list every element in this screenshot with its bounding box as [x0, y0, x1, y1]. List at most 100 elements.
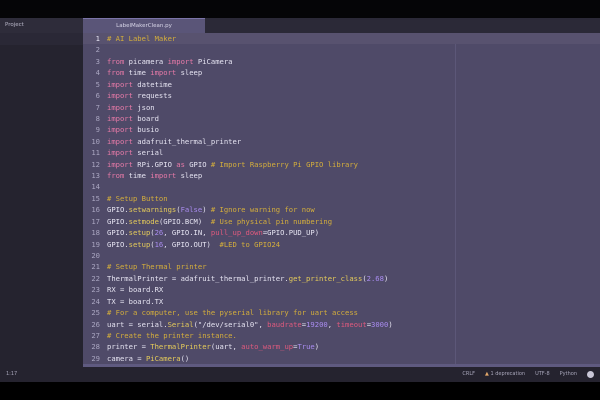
code-token: ): [202, 205, 211, 215]
code-line[interactable]: 15 # Setup Button: [83, 193, 600, 204]
code-line[interactable]: 21 # Setup Thermal printer: [83, 261, 600, 272]
code-text: from time import sleep: [107, 67, 202, 78]
line-number: 9: [95, 125, 100, 135]
line-number: 7: [95, 102, 100, 112]
warning-icon: ▲: [485, 371, 489, 377]
line-number: 23: [91, 285, 100, 295]
line-number: 19: [91, 239, 100, 249]
code-line[interactable]: 2: [83, 44, 600, 55]
code-line[interactable]: 4 from time import sleep: [83, 67, 600, 78]
code-token: , GPIO.IN,: [163, 228, 211, 238]
line-number: 11: [91, 148, 100, 158]
warning-label: 1 deprecation: [490, 371, 526, 377]
code-text: import json: [107, 102, 155, 113]
code-line[interactable]: 27 # Create the printer instance.: [83, 330, 600, 341]
encoding[interactable]: UTF-8: [535, 367, 550, 382]
code-token: import: [107, 148, 133, 158]
code-token: sleep: [176, 68, 203, 78]
code-token: PiCamera: [145, 353, 181, 363]
code-line[interactable]: 19 GPIO.setup(16, GPIO.OUT) #LED to GPIO2…: [83, 239, 600, 250]
code-lines[interactable]: 1 # AI Label Maker 2 3 from picamera import …: [83, 33, 600, 364]
code-line[interactable]: 23 RX = board.RX: [83, 284, 600, 295]
deprecation-warning[interactable]: ▲ 1 deprecation: [485, 367, 525, 382]
grammar[interactable]: Python: [560, 367, 577, 382]
code-token: setup: [128, 228, 151, 238]
code-editor[interactable]: 1 # AI Label Maker 2 3 from picamera import …: [83, 33, 600, 367]
code-token: sleep: [176, 171, 203, 181]
line-number: 15: [91, 193, 100, 203]
code-token: serial: [132, 148, 164, 158]
project-panel: Project: [0, 18, 83, 367]
line-ending[interactable]: CRLF: [462, 367, 475, 382]
line-number: 18: [91, 228, 100, 238]
code-line[interactable]: 25 # For a computer, use the pyserial lib…: [83, 307, 600, 318]
code-line[interactable]: 24 TX = board.TX: [83, 296, 600, 307]
line-number: 6: [95, 91, 100, 101]
tab-labelmakerclean[interactable]: LabelMakerClean.py: [83, 18, 205, 33]
code-line[interactable]: 16 GPIO.setwarnings(False) # Ignore warni…: [83, 204, 600, 215]
code-token: uart = serial.: [107, 319, 168, 329]
code-line[interactable]: 20: [83, 250, 600, 261]
code-text: # Setup Button: [107, 193, 168, 204]
title-bar: [0, 0, 600, 18]
code-token: GPIO.: [107, 239, 129, 249]
code-token: 16: [154, 239, 164, 249]
github-icon[interactable]: [587, 371, 594, 378]
project-tree[interactable]: [0, 33, 83, 45]
code-text: # Create the printer instance.: [107, 330, 237, 341]
code-line[interactable]: 26 uart = serial.Serial("/dev/serial0", b…: [83, 319, 600, 330]
code-text: import busio: [107, 124, 159, 135]
code-line[interactable]: 7 import json: [83, 102, 600, 113]
code-text: TX = board.TX: [107, 296, 163, 307]
code-token: auto_warm_up: [241, 342, 294, 352]
code-line[interactable]: 22 ThermalPrinter = adafruit_thermal_prin…: [83, 273, 600, 284]
line-number: 4: [95, 68, 100, 78]
code-token: # Setup Thermal printer: [107, 262, 207, 272]
code-token: datetime: [132, 79, 172, 89]
code-token: import: [107, 91, 133, 101]
code-token: (GPIO.BCM): [158, 216, 211, 226]
line-number: 24: [91, 296, 100, 306]
code-token: import: [107, 79, 133, 89]
code-token: TX = board.TX: [107, 296, 164, 306]
code-text: import requests: [107, 90, 172, 101]
code-text: import serial: [107, 147, 163, 158]
code-token: Serial: [167, 319, 194, 329]
code-token: pull_up_down: [210, 228, 263, 238]
code-line[interactable]: 5 import datetime: [83, 79, 600, 90]
code-token: time: [124, 171, 151, 181]
code-line[interactable]: 13 from time import sleep: [83, 170, 600, 181]
code-token: ): [388, 319, 393, 329]
code-line[interactable]: 3 from picamera import PiCamera: [83, 56, 600, 67]
code-line[interactable]: 29 camera = PiCamera(): [83, 353, 600, 364]
code-token: PiCamera: [193, 56, 233, 66]
cursor-position[interactable]: 1:17: [6, 367, 17, 382]
code-token: json: [132, 102, 155, 112]
code-token: =GPIO.PUD_UP): [262, 228, 320, 238]
project-panel-header[interactable]: Project: [0, 18, 83, 33]
code-line[interactable]: 9 import busio: [83, 124, 600, 135]
line-number: 2: [95, 45, 100, 55]
code-line[interactable]: 11 import serial: [83, 147, 600, 158]
code-token: GPIO.: [107, 216, 129, 226]
code-text: import datetime: [107, 79, 172, 90]
code-token: 2.68: [366, 273, 384, 283]
code-text: # Setup Thermal printer: [107, 261, 207, 272]
code-token: False: [180, 205, 203, 215]
line-number: 1: [95, 34, 100, 43]
code-token: ThermalPrinter: [150, 342, 211, 352]
code-line[interactable]: 28 printer = ThermalPrinter(uart, auto_wa…: [83, 341, 600, 352]
code-text: ThermalPrinter = adafruit_thermal_printe…: [107, 273, 388, 284]
code-line[interactable]: 8 import board: [83, 113, 600, 124]
code-token: import: [107, 102, 133, 112]
code-line[interactable]: 1 # AI Label Maker: [83, 33, 600, 45]
code-token: from: [107, 68, 125, 78]
code-line[interactable]: 12 import RPi.GPIO as GPIO # Import Raspb…: [83, 159, 600, 170]
code-line[interactable]: 14: [83, 181, 600, 192]
code-line[interactable]: 18 GPIO.setup(26, GPIO.IN, pull_up_down=G…: [83, 227, 600, 238]
code-line[interactable]: 6 import requests: [83, 90, 600, 101]
code-token: import: [107, 125, 133, 135]
code-line[interactable]: 17 GPIO.setmode(GPIO.BCM) # Use physical …: [83, 216, 600, 227]
code-line[interactable]: 10 import adafruit_thermal_printer: [83, 136, 600, 147]
code-text: GPIO.setup(16, GPIO.OUT) #LED to GPIO24: [107, 239, 280, 250]
